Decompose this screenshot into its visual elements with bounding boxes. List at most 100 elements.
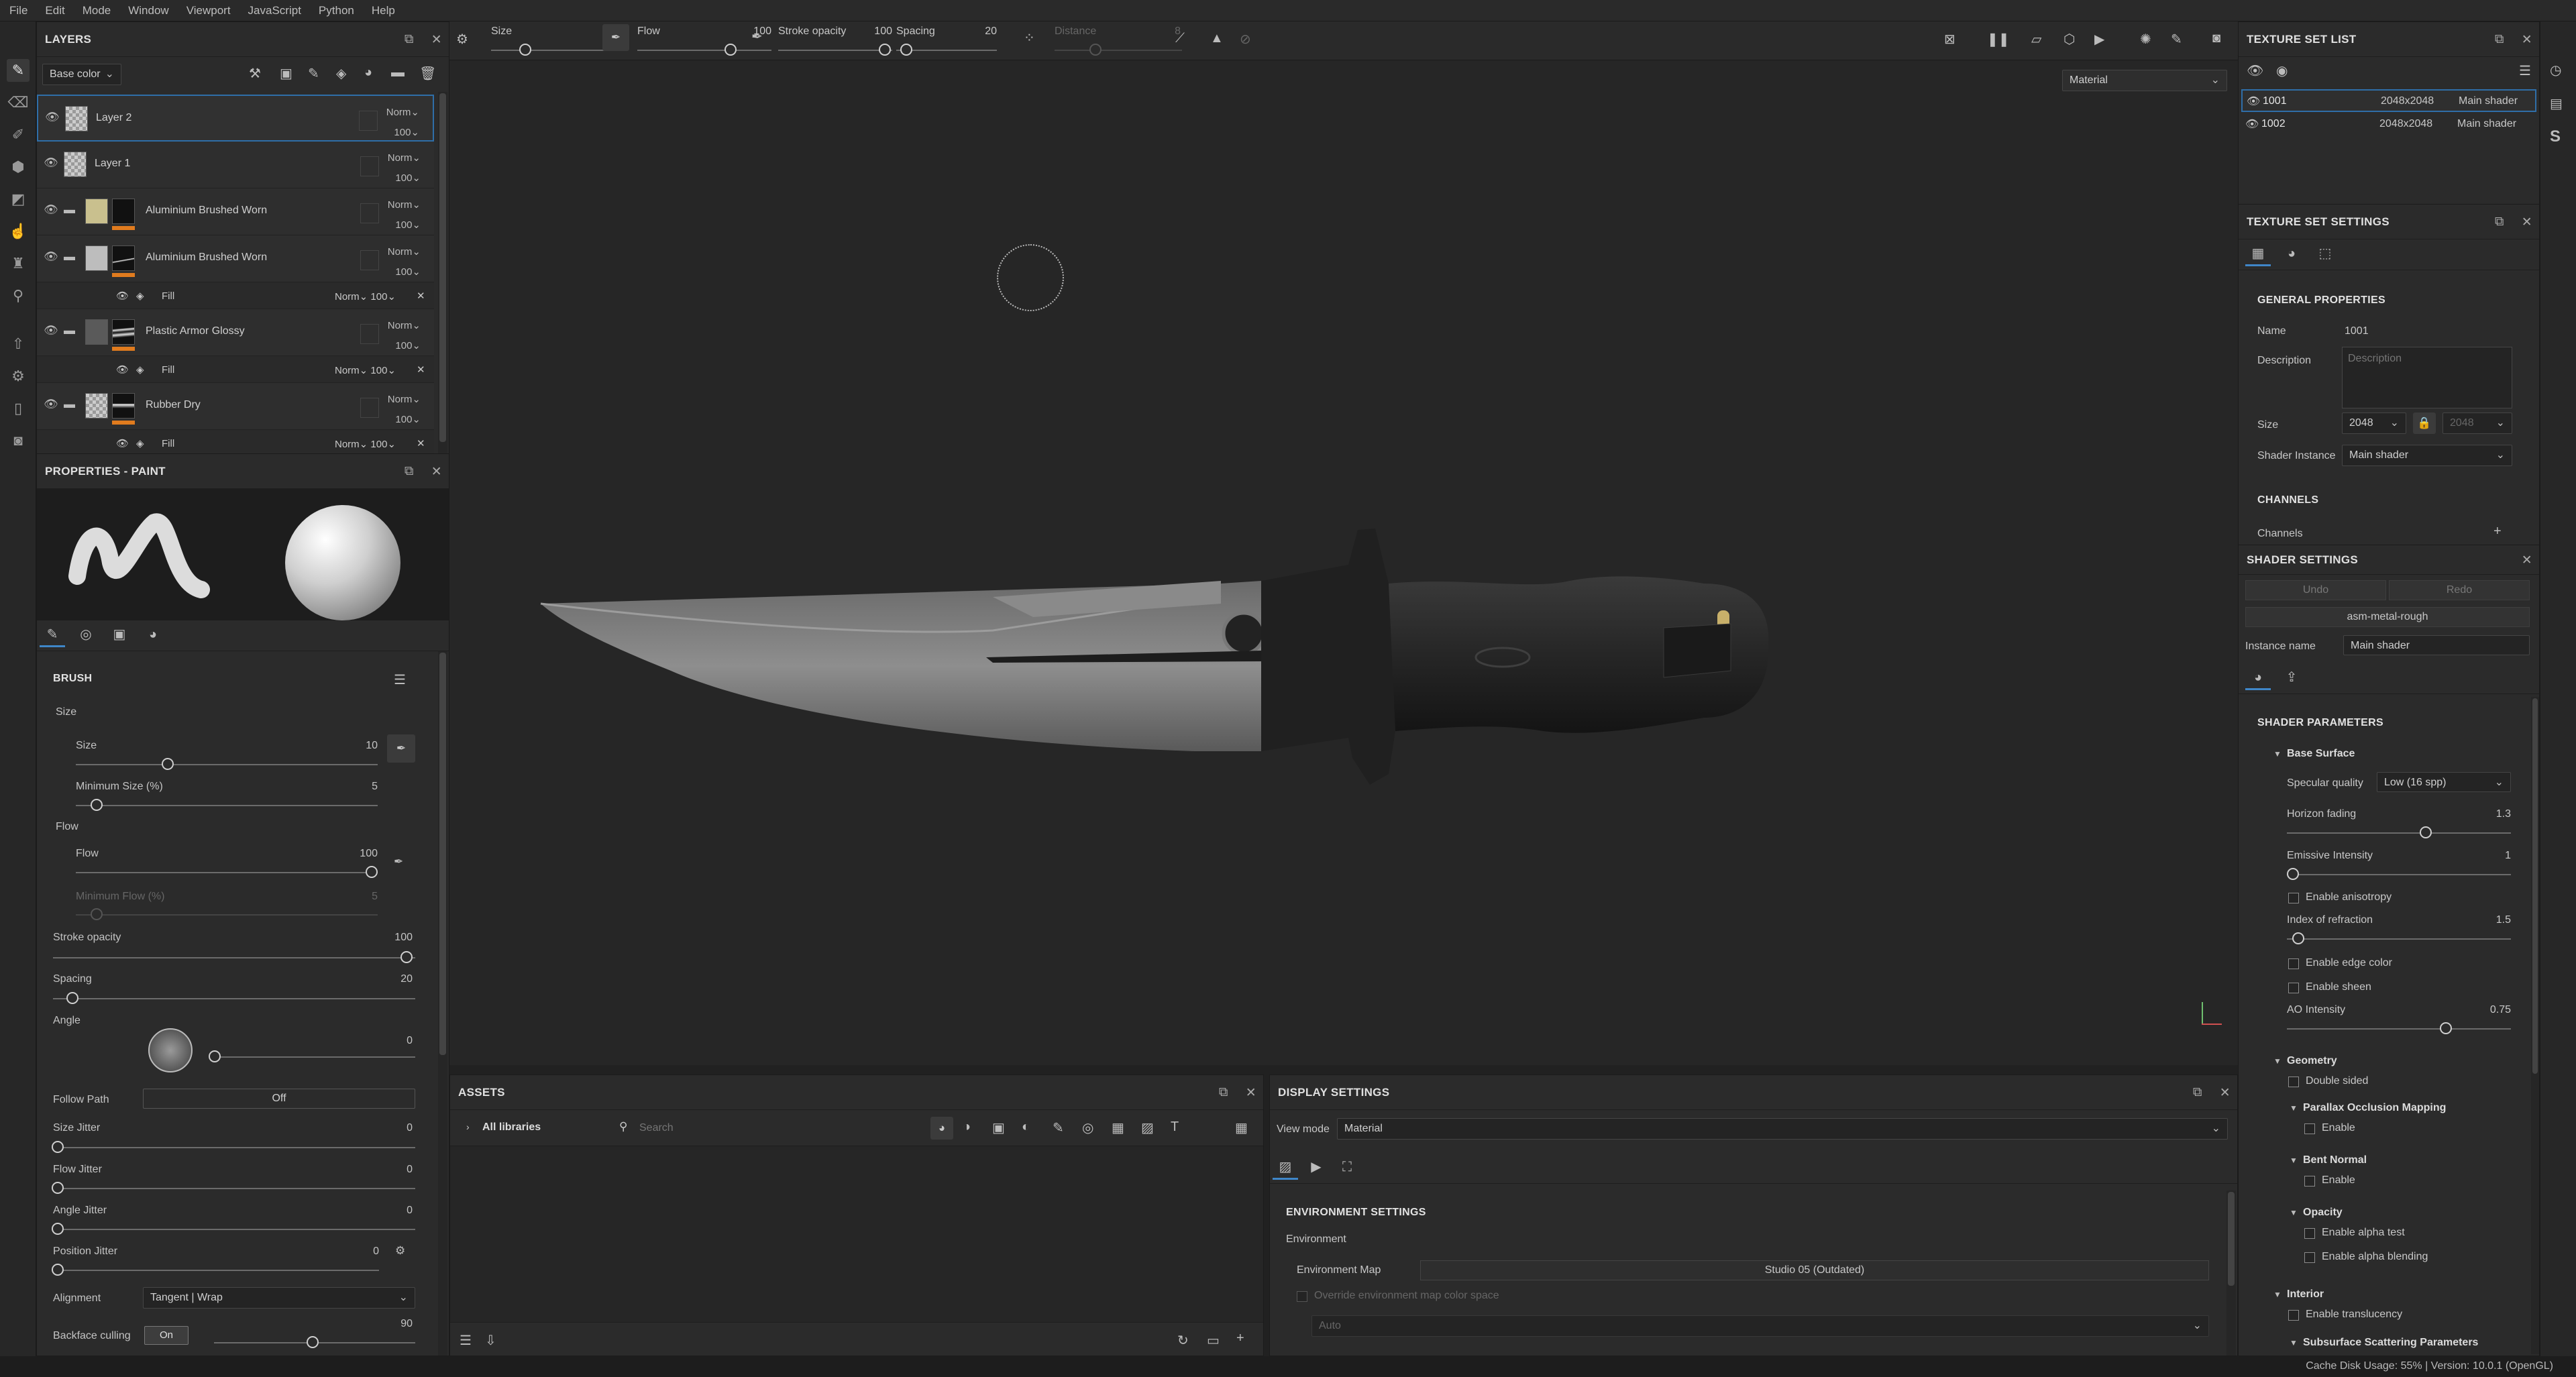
sheen-checkbox[interactable]	[2288, 983, 2299, 993]
screenshot-icon[interactable]: ◙	[2212, 31, 2220, 46]
asset-search-input[interactable]	[639, 1118, 908, 1138]
close-icon[interactable]: ✕	[2220, 1085, 2231, 1101]
eye-icon[interactable]: 👁	[44, 250, 58, 264]
close-icon[interactable]: ✕	[417, 437, 425, 449]
size-jitter-slider-handle[interactable]	[52, 1141, 64, 1153]
menu-edit[interactable]: Edit	[45, 4, 64, 17]
folder-layer-row[interactable]: 👁 ▬ Plastic Armor Glossy Norm⌄ 100⌄	[37, 309, 434, 356]
environment-map-picker[interactable]: Studio 05 (Outdated)	[1420, 1260, 2209, 1280]
viewport-paint-mode-icon[interactable]: ✎	[2171, 31, 2182, 48]
flow-pressure-icon[interactable]: ✒	[751, 28, 763, 45]
specular-quality-select[interactable]: Low (16 spp) ⌄	[2377, 772, 2511, 792]
menu-help[interactable]: Help	[372, 4, 395, 17]
horizon-fading-slider[interactable]	[2287, 832, 2511, 834]
polygon-fill-icon[interactable]: ⬢	[7, 156, 30, 178]
alpha-blending-checkbox[interactable]	[2304, 1252, 2315, 1263]
list-options-icon[interactable]: ☰	[460, 1332, 472, 1349]
eye-icon[interactable]: 👁	[2245, 117, 2259, 131]
add-folder-icon[interactable]: ▬	[391, 65, 405, 80]
menu-file[interactable]: File	[9, 4, 28, 17]
toolbar-stroke-handle[interactable]	[879, 44, 891, 56]
symmetry-curve-icon[interactable]: ⟋	[1175, 31, 1185, 46]
new-folder-icon[interactable]: ▭	[1207, 1332, 1220, 1349]
position-jitter-slider[interactable]	[53, 1270, 379, 1271]
menu-window[interactable]: Window	[128, 4, 168, 17]
flow-slider[interactable]	[76, 872, 378, 873]
annotation-icon[interactable]: ▯	[7, 397, 30, 420]
toolbar-flow-slider[interactable]	[637, 50, 771, 51]
shader-file-button[interactable]: asm-metal-rough	[2245, 607, 2530, 627]
menu-python[interactable]: Python	[319, 4, 354, 17]
close-icon[interactable]: ✕	[431, 32, 442, 48]
brush-tab-icon[interactable]: ✎	[40, 622, 65, 647]
shader-params-tab-icon[interactable]: ◕	[2245, 665, 2271, 690]
layer-row[interactable]: 👁 Layer 1 Norm⌄ 100⌄	[37, 142, 434, 188]
size-slider-handle[interactable]	[162, 758, 174, 770]
base-surface-group[interactable]: Base Surface	[2287, 748, 2355, 760]
edge-color-checkbox[interactable]	[2288, 958, 2299, 969]
add-icon[interactable]: +	[1236, 1331, 1244, 1346]
filter-textures-icon[interactable]: ▣	[992, 1119, 1005, 1136]
emissive-intensity-handle[interactable]	[2287, 868, 2299, 880]
filter-alphas-icon[interactable]: ◎	[1082, 1119, 1093, 1136]
fill-blend[interactable]: Norm⌄ 100⌄	[335, 290, 396, 302]
material-tab-icon[interactable]: ◕	[2279, 241, 2304, 266]
collapse-arrow-icon[interactable]: ▼	[2290, 1103, 2298, 1113]
min-size-slider[interactable]	[76, 805, 378, 806]
filter-text-icon[interactable]: T	[1171, 1119, 1179, 1135]
viewer-tab-icon[interactable]: ⛶	[1334, 1154, 1360, 1180]
horizon-fading-handle[interactable]	[2420, 826, 2432, 838]
bent-normal-checkbox[interactable]	[2304, 1176, 2315, 1187]
size-jitter-slider[interactable]	[53, 1147, 415, 1148]
preset-menu-icon[interactable]: ☰	[394, 671, 406, 688]
collapse-arrow-icon[interactable]: ▼	[2273, 1056, 2282, 1066]
undock-icon[interactable]: ⧉	[2495, 215, 2504, 229]
add-effect-icon[interactable]: ⚒	[249, 65, 261, 82]
close-icon[interactable]: ✕	[1246, 1085, 1256, 1101]
spacing-slider-handle[interactable]	[66, 992, 78, 1004]
layer-row[interactable]: 👁 Layer 2 Norm⌄ 100⌄	[37, 95, 434, 142]
geometry-group[interactable]: Geometry	[2287, 1055, 2337, 1067]
close-icon[interactable]: ✕	[431, 464, 442, 480]
eye-icon[interactable]: 👁	[44, 203, 58, 217]
all-libraries-label[interactable]: All libraries	[482, 1121, 541, 1134]
geometry-mask-icon[interactable]: ◩	[7, 188, 30, 211]
eye-icon[interactable]: 👁	[45, 111, 60, 124]
filter-materials-icon[interactable]: ◕	[930, 1117, 953, 1140]
refresh-icon[interactable]: ↻	[1177, 1332, 1189, 1349]
layer-blend[interactable]: Norm⌄ 100⌄	[388, 242, 421, 282]
folder-layer-row[interactable]: 👁 ▬ Aluminium Brushed Worn Norm⌄ 100⌄	[37, 235, 434, 282]
texture-set-row[interactable]: 👁 1001 2048x2048 Main shader	[2241, 89, 2536, 112]
log-icon[interactable]: ▤	[2550, 95, 2563, 112]
symmetry-options-icon[interactable]: ⊘	[1240, 31, 1251, 48]
chevron-right-icon[interactable]: ›	[466, 1121, 470, 1132]
spacing-slider[interactable]	[53, 998, 415, 999]
mask-slot[interactable]	[360, 156, 379, 176]
close-icon[interactable]: ✕	[417, 290, 425, 302]
follow-path-toggle[interactable]: Off	[143, 1089, 415, 1109]
mask-slot[interactable]	[359, 111, 378, 131]
double-sided-checkbox[interactable]	[2288, 1077, 2299, 1087]
delete-layer-icon[interactable]: 🗑	[419, 65, 436, 82]
mask-slot[interactable]	[360, 324, 379, 344]
substance-logo-icon[interactable]: S	[2550, 127, 2561, 146]
texture-set-row[interactable]: 👁 1002 2048x2048 Main shader	[2241, 113, 2536, 136]
undock-icon[interactable]: ⧉	[405, 464, 414, 479]
view-mode-select[interactable]: Material ⌄	[1337, 1118, 2228, 1140]
emissive-intensity-slider[interactable]	[2287, 874, 2511, 875]
add-mask-icon[interactable]: ▣	[280, 65, 292, 82]
menu-mode[interactable]: Mode	[83, 4, 111, 17]
pom-group[interactable]: Parallax Occlusion Mapping	[2303, 1102, 2446, 1114]
color-picker-icon[interactable]: ⚲	[7, 284, 30, 307]
flow-jitter-slider-handle[interactable]	[52, 1182, 64, 1194]
filter-grunges-icon[interactable]: ▦	[1112, 1119, 1124, 1136]
paint-brush-icon[interactable]: ✎	[7, 59, 30, 82]
settings-tab-icon[interactable]: ▦	[2245, 241, 2271, 266]
eye-icon[interactable]: 👁	[2247, 95, 2260, 108]
pom-enable-checkbox[interactable]	[2304, 1123, 2315, 1134]
add-paint-layer-icon[interactable]: ✎	[308, 65, 319, 82]
add-channel-icon[interactable]: +	[2493, 524, 2502, 539]
interior-group[interactable]: Interior	[2287, 1288, 2324, 1301]
folder-layer-row[interactable]: 👁 ▬ Rubber Dry Norm⌄ 100⌄	[37, 383, 434, 430]
clone-stamp-icon[interactable]: ♜	[7, 252, 30, 275]
